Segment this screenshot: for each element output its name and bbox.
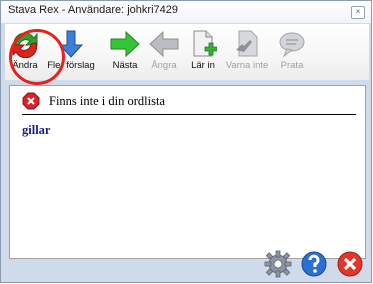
status-message: Finns inte i din ordlista — [49, 94, 165, 108]
divider — [22, 114, 356, 115]
misspelled-word[interactable]: gillar — [22, 123, 50, 138]
no-warning-icon — [236, 30, 258, 57]
next-label: Nästa — [112, 60, 138, 71]
close-button[interactable] — [335, 249, 365, 279]
right-arrow-icon — [110, 30, 140, 58]
window-title: Stava Rex - Användare: johkri7429 — [8, 4, 178, 16]
help-icon — [301, 251, 327, 277]
undo-label: Ångra — [151, 60, 177, 71]
error-icon — [22, 92, 40, 110]
learn-button[interactable]: Lär in — [186, 24, 220, 80]
window-close-button[interactable]: × — [351, 6, 365, 19]
next-button[interactable]: Nästa — [105, 24, 145, 80]
add-document-icon — [193, 30, 217, 57]
suggestion-panel: Finns inte i din ordlista gillar — [9, 85, 366, 259]
help-button[interactable] — [299, 249, 329, 279]
settings-button[interactable] — [263, 249, 293, 279]
dont-warn-label: Varna inte — [225, 60, 269, 71]
left-arrow-icon — [149, 30, 179, 58]
undo-button[interactable]: Ångra — [146, 24, 182, 80]
speech-bubble-icon — [279, 32, 305, 58]
highlight-circle — [9, 29, 65, 85]
title-bar[interactable]: Stava Rex - Användare: johkri7429 × — [1, 1, 371, 23]
dont-warn-button[interactable]: Varna inte — [224, 24, 270, 80]
close-icon — [337, 251, 363, 277]
learn-label: Lär in — [191, 60, 215, 71]
speak-label: Prata — [280, 60, 304, 71]
settings-icon — [264, 250, 292, 278]
speak-button[interactable]: Prata — [275, 24, 309, 80]
